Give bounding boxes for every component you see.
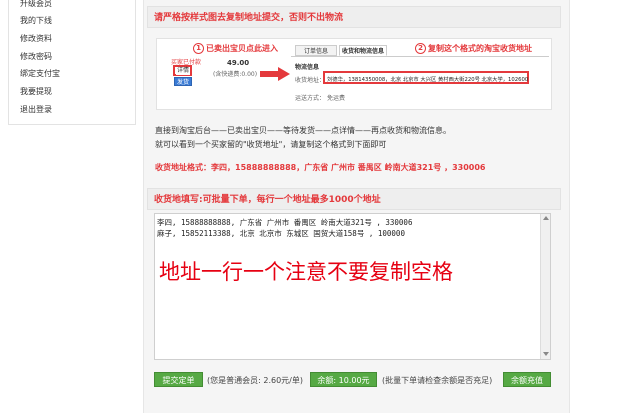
mini-shipping-value: 免运费	[327, 95, 346, 102]
address-format-example: 收货地址格式：李四，15888888888，广东省 广州市 番禺区 岭南大道32…	[155, 163, 486, 172]
step1-number: 1	[193, 43, 204, 54]
recharge-button[interactable]: 余额充值	[503, 372, 551, 387]
step2-label: 复制这个格式的淘宝收货地址	[428, 44, 532, 53]
sidebar-item-logout[interactable]: 退出登录	[20, 104, 52, 115]
sidebar-item-edit-profile[interactable]: 修改资料	[20, 33, 52, 44]
balance-hint: (批量下单请检查余额是否充足)	[382, 376, 493, 385]
member-price-note: (您是普通会员: 2.60元/单)	[207, 376, 303, 385]
step2-number: 2	[415, 43, 426, 54]
mini-detail-button: 详情	[176, 67, 190, 75]
step1-callout: 1 已卖出宝贝点此进入	[193, 43, 278, 54]
red-arrow-icon	[260, 67, 290, 81]
mini-ship-button: 发货	[174, 77, 192, 86]
mini-price: 49.00	[227, 59, 250, 67]
mini-logistics-title: 物流信息	[295, 64, 320, 71]
balance-display: 余额: 10.00元	[310, 372, 377, 387]
sidebar: 升级会员 我的下线 修改资料 修改密码 绑定支付宝 我要提现 退出登录	[8, 0, 136, 125]
instruction-line-1: 直接到淘宝后台——已卖出宝贝——等待发货——点详情——再点收货和物流信息。	[155, 126, 451, 135]
overlay-warning-note: 地址一行一个注意不要复制空格	[159, 260, 453, 284]
sidebar-item-my-downline[interactable]: 我的下线	[20, 15, 52, 26]
scroll-up-arrow-icon[interactable]	[543, 216, 549, 220]
submit-order-button[interactable]: 提交定单	[154, 372, 203, 387]
textarea-scrollbar[interactable]	[540, 214, 550, 359]
mini-address-label: 收货地址：	[295, 77, 326, 84]
mini-tab-order-info: 订单信息	[295, 45, 337, 56]
sidebar-item-upgrade-member[interactable]: 升级会员	[20, 0, 52, 9]
sidebar-item-withdraw[interactable]: 我要提现	[20, 86, 52, 97]
mini-price-note: (含快递费:0.00)	[213, 71, 258, 78]
section-header-address-input: 收货地填写:可批量下单，每行一个地址最多1000个地址	[147, 188, 561, 210]
textarea-line-2: 麻子, 15852113388, 北京 北京市 东城区 国贸大道158号 , 1…	[157, 229, 405, 238]
instruction-line-2: 就可以看到一个买家留的"收货地址"，请复制这个格式到下面即可	[155, 140, 387, 149]
mini-address-value: 刘德华，13814350008，北京 北京市 大兴区 黄村西大街220号 北京大…	[327, 77, 529, 83]
step2-callout: 2 复制这个格式的淘宝收货地址	[415, 43, 532, 54]
sidebar-item-bind-alipay[interactable]: 绑定支付宝	[20, 68, 60, 79]
scroll-down-arrow-icon[interactable]	[543, 352, 549, 356]
sidebar-item-change-password[interactable]: 修改密码	[20, 51, 52, 62]
address-textarea[interactable]: 李四, 15888888888, 广东省 广州市 番禺区 岭南大道321号 , …	[154, 213, 551, 360]
mini-tab-shipping-info: 收货和物流信息	[339, 45, 387, 56]
mini-shipping-label: 运送方式：	[295, 95, 326, 102]
step1-label: 已卖出宝贝点此进入	[206, 44, 278, 53]
example-screenshot: 1 已卖出宝贝点此进入 买家已付款 详情 发货 49.00 (含快递费:0.00)…	[156, 38, 552, 110]
textarea-line-1: 李四, 15888888888, 广东省 广州市 番禺区 岭南大道321号 , …	[157, 218, 413, 227]
mini-tab-divider	[291, 56, 549, 57]
section-header-address-rules: 请严格按样式图去复制地址提交，否则不出物流	[147, 6, 561, 28]
